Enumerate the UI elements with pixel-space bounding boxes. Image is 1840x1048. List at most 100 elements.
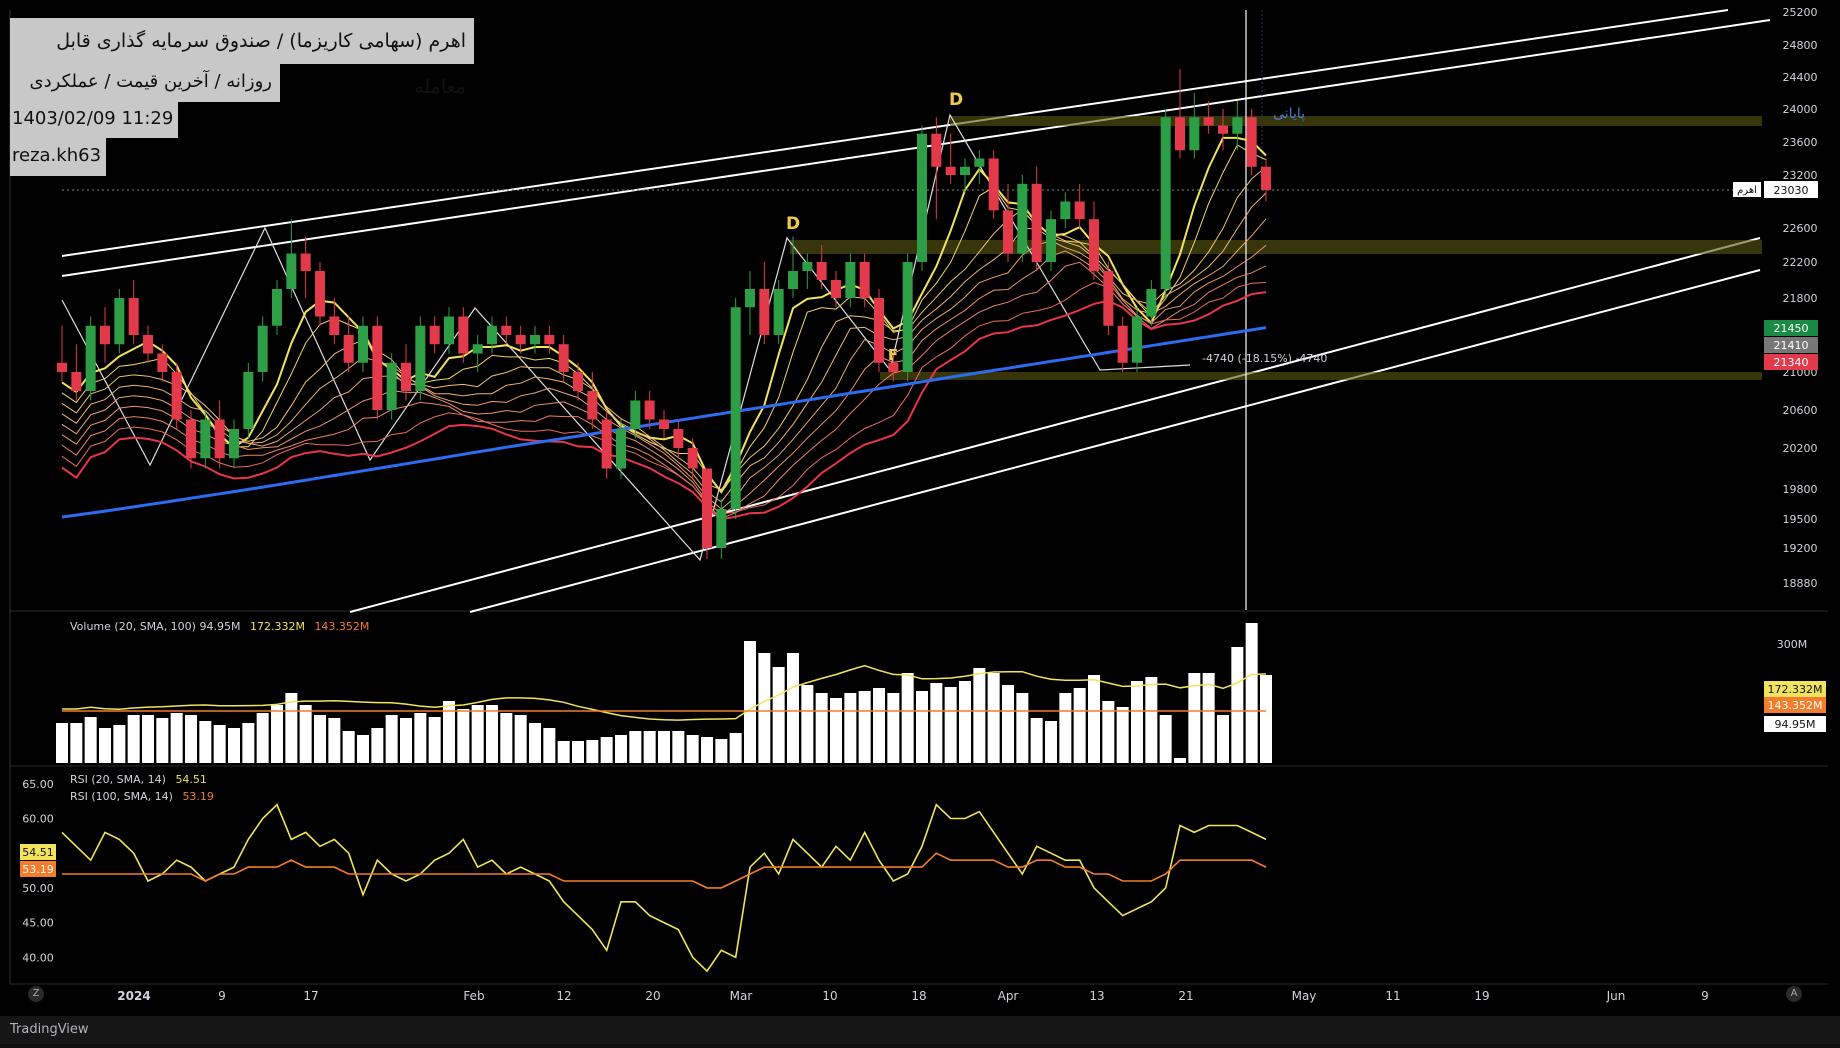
volume-bar [873,688,885,763]
x-tick-label: May [1292,989,1317,1003]
candle-body [687,448,698,469]
candle-body [988,158,999,211]
candle-body [1017,183,1028,254]
price-tick-label: 22200 [1783,256,1818,269]
volume-bar [500,713,513,763]
chart-svg[interactable]: 25200 24800 24400 24000 23600 23200 22600 22200… [0,0,1840,1044]
candle-body [1060,201,1071,220]
candle-body [644,400,655,420]
volume-bar [127,715,140,763]
rsi1-legend-value: 54.51 [175,773,207,786]
price-badge-value: 21410 [1774,339,1809,352]
price-tick-label: 24800 [1783,39,1818,52]
resistance-zone [950,116,1762,126]
volume-bar [142,715,154,763]
last-price-name: اهرم [1737,185,1757,196]
x-tick-label: 21 [1178,989,1193,1003]
candle-body [214,419,225,459]
candle-body [1146,289,1157,317]
footer-bar: TradingView [0,1016,1840,1044]
volume-bar [299,705,312,763]
volume-bar [170,713,183,763]
candle-body [186,419,196,459]
volume-badge-value: 172.332M [1768,683,1823,696]
header-title: اهرم (سهامی کاریزما) / صندوق سرمایه گذار… [10,18,474,98]
candle-body [444,316,454,345]
volume-bar [858,691,871,763]
candle-body [1261,166,1271,191]
candle-body [673,429,684,448]
candle-body [472,344,483,354]
volume-legend-v1: 172.332M [249,620,305,633]
volume-bar [1002,685,1014,763]
volume-bar [801,685,814,763]
volume-bar [1245,623,1258,763]
price-tick-label: 20600 [1783,404,1818,417]
candle-body [1031,183,1042,262]
volume-bar [414,713,427,763]
candle-body [859,262,870,298]
candle-body [1189,117,1200,151]
candle-body [85,325,96,391]
x-tick-label: 10 [822,989,837,1003]
price-tick-label: 25200 [1783,6,1818,19]
volume-bar [156,718,169,763]
candle-body [415,325,426,391]
candle-body [128,298,139,335]
x-tick-label: 13 [1089,989,1104,1003]
candle-body [1103,271,1114,326]
volume-bar [887,693,900,763]
rsi-tick-label: 40.00 [22,951,54,964]
volume-bar [557,741,570,763]
tradingview-brand[interactable]: TradingView [10,1022,89,1037]
chart-stage[interactable]: 25200 24800 24400 24000 23600 23200 22600 22200… [0,0,1840,1044]
volume-bar [1059,693,1072,763]
rsi-tick-label: 50.00 [22,882,54,895]
rsi2-legend-label: RSI (100, SMA, 14) [70,790,173,803]
candle-body [1003,210,1013,254]
x-tick-label: Feb [463,989,484,1003]
measure-label: -4740 (-18.15%) -4740 [1202,352,1327,365]
volume-bar [342,731,355,763]
volume-bar [385,715,398,763]
zoom-left-button[interactable]: Z [28,986,44,1002]
volume-bar [701,737,713,763]
candle-body [601,419,612,469]
volume-bar [844,693,857,763]
candle-body [229,429,239,459]
header-subtitle: روزانه / آخرین قیمت / عملکردی [10,62,280,102]
candle-body [917,133,927,262]
rsi1-legend-label: RSI (20, SMA, 14) [70,773,166,786]
volume-bar [729,733,742,763]
x-tick-label: 9 [218,989,226,1003]
volume-bar [987,673,1000,763]
volume-bar [1217,715,1229,763]
rsi-badge-value: 54.51 [22,846,54,859]
volume-bar [256,713,269,763]
volume-bar [787,653,799,763]
header-datetime: 1403/02/09 11:29 [10,100,178,138]
volume-bar [228,728,240,763]
volume-bar [1231,647,1244,763]
volume-bar [314,715,326,763]
candle-body [616,429,626,469]
volume-bar [99,728,111,763]
rsi1-legend: RSI (20, SMA, 14) 54.51 [70,773,207,786]
volume-bar [199,721,212,763]
volume-bar [686,735,699,763]
volume-bar [815,693,828,763]
rsi2-legend-value: 53.19 [182,790,214,803]
auto-scale-button[interactable]: A [1786,986,1802,1002]
price-tick-label: 19800 [1783,483,1818,496]
volume-bar [1088,675,1100,763]
volume-legend-label: Volume (20, SMA, 100) [70,620,196,633]
candle-body [315,271,325,317]
candle-body [243,372,254,429]
candle-body [329,316,340,335]
candle-body [372,325,383,410]
x-tick-label: 17 [303,989,318,1003]
candle-body [759,289,770,335]
candle-body [501,325,512,335]
candle-body [1117,325,1128,363]
volume-bar [1159,715,1172,763]
